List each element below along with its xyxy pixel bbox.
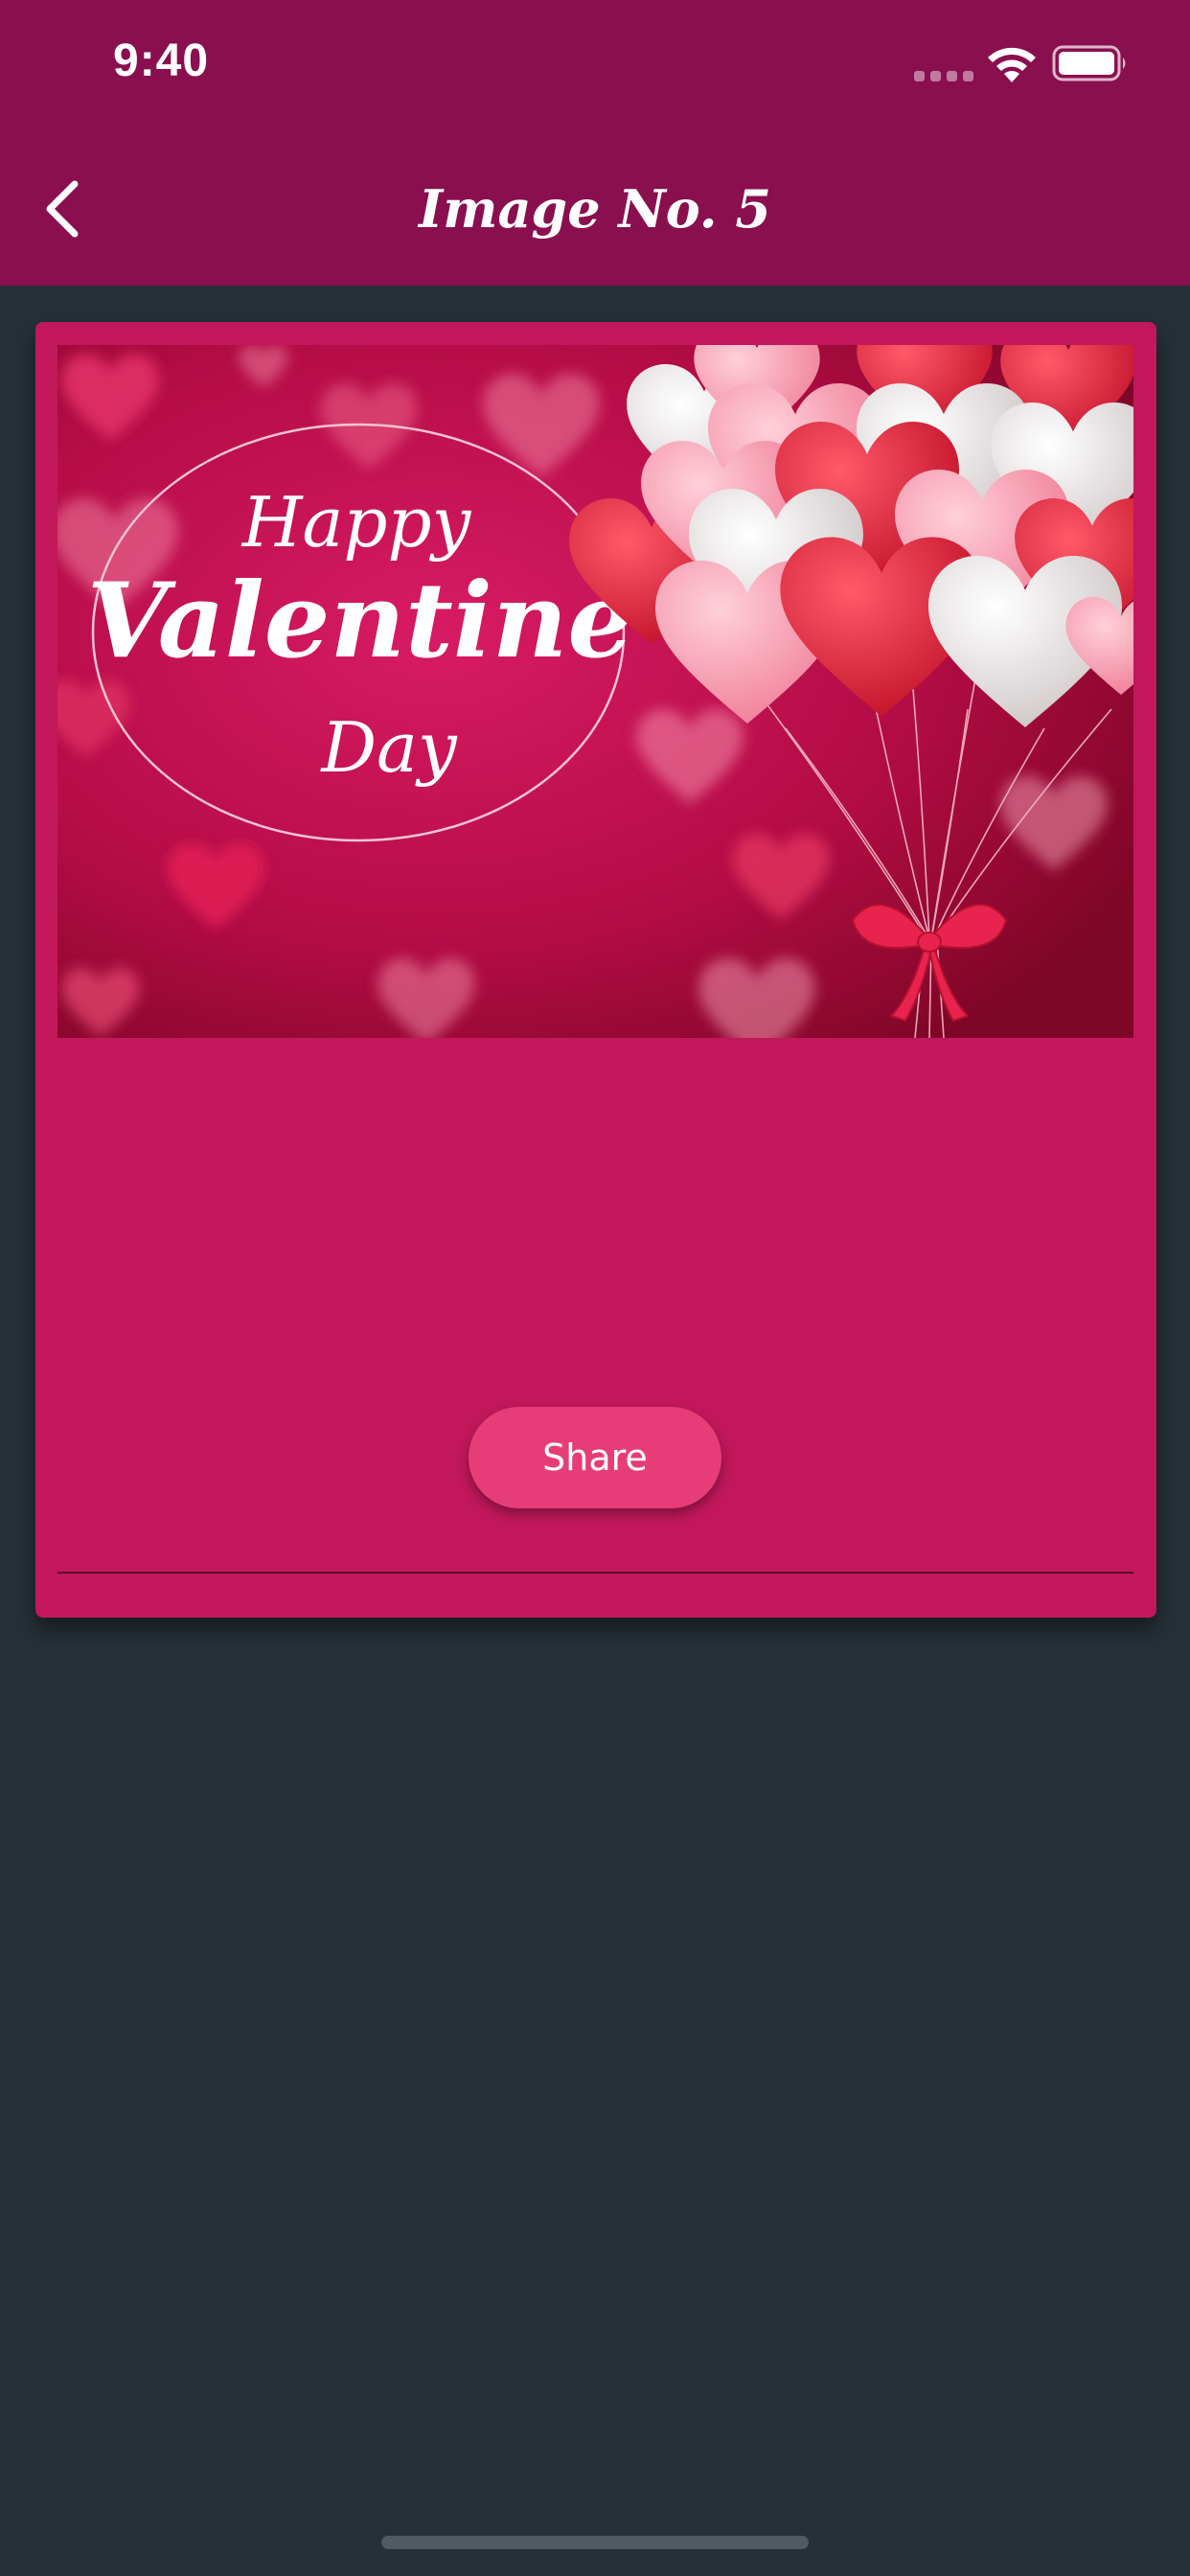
greeting-line-3: Day xyxy=(319,707,458,788)
status-time: 9:40 xyxy=(113,35,210,86)
signal-dots-icon xyxy=(914,71,973,81)
wifi-icon xyxy=(988,47,1036,82)
valentine-image: Happy Valentine Day xyxy=(57,345,1133,1038)
greeting-line-1: Happy xyxy=(240,482,472,563)
home-indicator[interactable] xyxy=(381,2536,809,2549)
image-card: Happy Valentine Day Share xyxy=(35,322,1156,1618)
screen: 9:40 Image No. 5 Happy Valentine Day Sha… xyxy=(0,0,1190,2576)
app-header: 9:40 Image No. 5 xyxy=(0,0,1190,286)
greeting-line-2: Valentine xyxy=(87,561,633,681)
card-divider xyxy=(57,1572,1133,1574)
page-title: Image No. 5 xyxy=(419,178,771,240)
share-button[interactable]: Share xyxy=(469,1407,721,1508)
battery-icon xyxy=(1052,45,1126,81)
